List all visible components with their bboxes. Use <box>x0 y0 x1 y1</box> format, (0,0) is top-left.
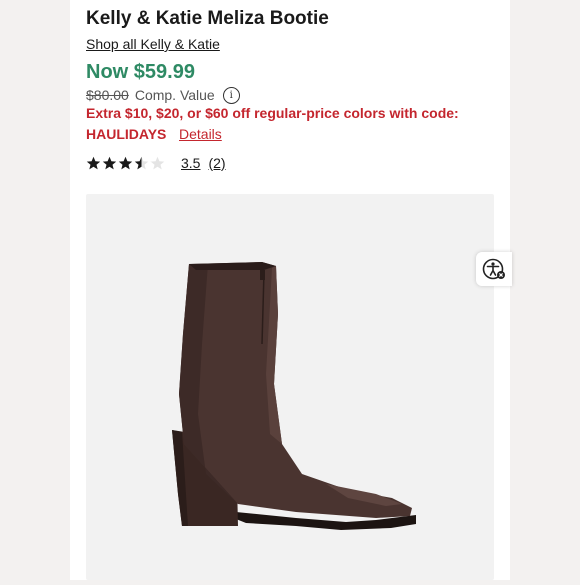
rating-value-link[interactable]: 3.5 <box>181 155 200 171</box>
star-icon <box>86 156 101 169</box>
review-count-link[interactable]: (2) <box>208 155 225 171</box>
promo-code: HAULIDAYS <box>86 126 167 142</box>
accessibility-icon <box>482 258 505 280</box>
product-card: Kelly & Katie Meliza Bootie Shop all Kel… <box>70 0 510 580</box>
star-icon <box>134 156 149 169</box>
star-icon <box>150 156 165 169</box>
star-icon <box>102 156 117 169</box>
shop-all-brand-link[interactable]: Shop all Kelly & Katie <box>86 36 220 52</box>
promo-details-link[interactable]: Details <box>179 126 222 142</box>
product-title: Kelly & Katie Meliza Bootie <box>86 8 329 29</box>
accessibility-button[interactable] <box>476 252 512 286</box>
boot-image <box>172 262 416 530</box>
sale-price: Now $59.99 <box>86 61 195 83</box>
comp-value-label: Comp. Value <box>134 87 215 103</box>
price-comparison-row: $80.00 Comp. Value i <box>86 86 240 104</box>
star-rating[interactable] <box>86 156 165 171</box>
star-icon <box>118 156 133 169</box>
info-icon[interactable]: i <box>222 86 240 104</box>
product-image[interactable] <box>86 194 494 580</box>
rating-row: 3.5 (2) <box>86 154 234 172</box>
original-price: $80.00 <box>86 87 129 103</box>
promo-text: Extra $10, $20, or $60 off regular-price… <box>86 105 459 121</box>
